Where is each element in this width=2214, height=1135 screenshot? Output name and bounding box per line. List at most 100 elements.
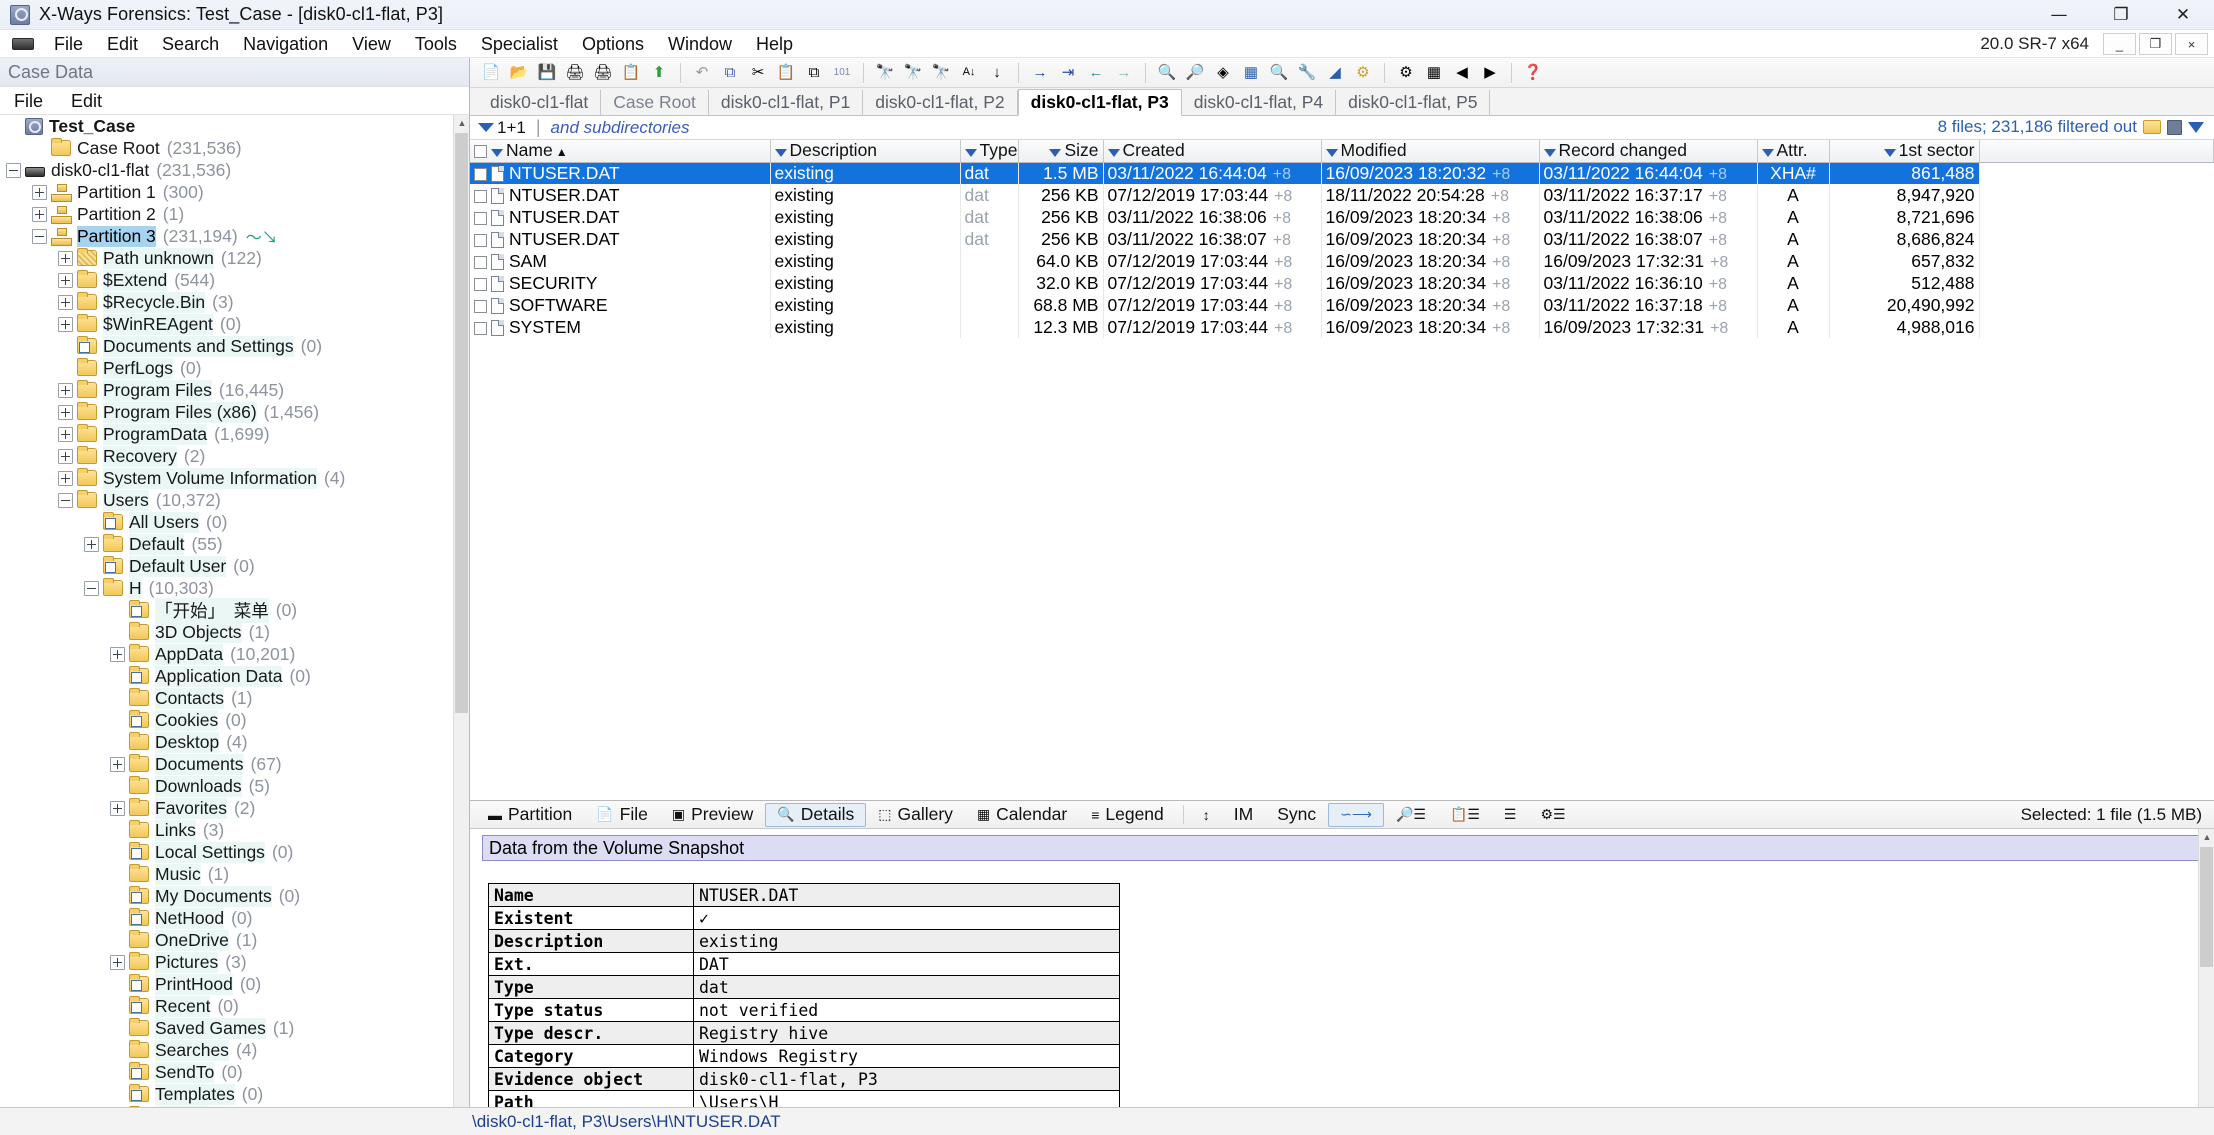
volume-snapshot-icon[interactable]: 🔎 bbox=[1182, 61, 1208, 85]
print-icon[interactable]: 🖨 bbox=[590, 61, 616, 85]
lower-tab-details[interactable]: 🔍 Details bbox=[765, 802, 867, 827]
mdi-restore-button[interactable]: ❐ bbox=[2139, 33, 2172, 55]
tree-collapse-icon[interactable] bbox=[6, 162, 21, 178]
new-file-icon[interactable]: 📄 bbox=[478, 61, 504, 85]
row-checkbox[interactable] bbox=[474, 255, 487, 269]
evidence-tab-disk0-cl1-flat-p2[interactable]: disk0-cl1-flat, P2 bbox=[863, 90, 1018, 115]
tree-node[interactable]: $WinREAgent (0) bbox=[0, 313, 453, 335]
column-filter-icon[interactable] bbox=[1325, 149, 1338, 158]
evidence-tab-disk0-cl1-flat-p1[interactable]: disk0-cl1-flat, P1 bbox=[708, 90, 864, 115]
table-row[interactable]: NTUSER.DAT existing dat 256 KB 03/11/2022 16… bbox=[470, 228, 2214, 250]
window-maximize-button[interactable]: ❐ bbox=[2090, 0, 2152, 30]
system-menu-icon[interactable] bbox=[12, 37, 34, 50]
tree-node[interactable]: Partition 3 (231,194) 〜↘ bbox=[0, 225, 453, 247]
tree-node[interactable]: Default (55) bbox=[0, 533, 453, 555]
tree-node[interactable]: $Recycle.Bin (3) bbox=[0, 291, 453, 313]
tree-node[interactable]: Program Files (x86) (1,456) bbox=[0, 401, 453, 423]
height-adjust-button[interactable]: ↕ bbox=[1191, 803, 1222, 827]
tree-scroll-thumb[interactable] bbox=[455, 133, 468, 713]
details-scroll-thumb[interactable] bbox=[2200, 847, 2213, 967]
chart-icon[interactable]: ◢ bbox=[1322, 61, 1348, 85]
table-icon[interactable]: ▦ bbox=[1421, 61, 1447, 85]
column-header-1st-sector[interactable]: 1st sector bbox=[1829, 140, 1980, 163]
settings-list-icon[interactable]: ⚙☰ bbox=[1528, 803, 1577, 827]
tree-collapse-icon[interactable] bbox=[58, 492, 73, 508]
menu-tools[interactable]: Tools bbox=[403, 31, 469, 57]
lower-tab-partition[interactable]: ▬ Partition bbox=[476, 803, 584, 827]
column-list-icon[interactable]: ☰ bbox=[1492, 803, 1529, 827]
help-icon[interactable]: ❓ bbox=[1520, 61, 1546, 85]
volume-icon[interactable]: 🔍 bbox=[1154, 61, 1180, 85]
tree-expand-icon[interactable] bbox=[32, 206, 47, 222]
tree-node[interactable]: Music (1) bbox=[0, 863, 453, 885]
row-checkbox[interactable] bbox=[474, 321, 487, 335]
tree-expand-icon[interactable] bbox=[84, 536, 99, 552]
case-menu-edit[interactable]: Edit bbox=[57, 88, 116, 114]
filter-settings-icon[interactable] bbox=[2188, 121, 2204, 133]
table-row[interactable]: NTUSER.DAT existing dat 256 KB 07/12/2019 17… bbox=[470, 184, 2214, 206]
evidence-tab-disk0-cl1-flat-p3[interactable]: disk0-cl1-flat, P3 bbox=[1017, 89, 1182, 116]
tree-node[interactable]: Links (3) bbox=[0, 819, 453, 841]
tree-expand-icon[interactable] bbox=[110, 954, 125, 970]
tree-node[interactable]: Desktop (4) bbox=[0, 731, 453, 753]
tree-expand-icon[interactable] bbox=[110, 800, 125, 816]
column-header-type[interactable]: Type bbox=[960, 140, 1019, 163]
goto-offset-icon[interactable]: ⇥ bbox=[1055, 61, 1081, 85]
file-table-body[interactable]: NTUSER.DAT existing dat 1.5 MB 03/11/2022 16… bbox=[470, 162, 2214, 338]
file-table-header-row[interactable]: Name ▲ Description Type Size Created Modified R… bbox=[470, 140, 2214, 163]
case-tools-icon[interactable]: ⚙ bbox=[1393, 61, 1419, 85]
menu-help[interactable]: Help bbox=[744, 31, 805, 57]
column-header-record-changed[interactable]: Record changed bbox=[1539, 140, 1758, 163]
save-filter-icon[interactable] bbox=[2167, 119, 2182, 135]
undo-icon[interactable]: ↶ bbox=[689, 61, 715, 85]
tree-node[interactable]: Templates (0) bbox=[0, 1083, 453, 1105]
mdi-minimize-button[interactable]: _ bbox=[2103, 33, 2136, 55]
tree-collapse-icon[interactable] bbox=[32, 228, 47, 244]
menu-options[interactable]: Options bbox=[570, 31, 656, 57]
table-row[interactable]: SECURITY existing 32.0 KB 07/12/2019 17:03:… bbox=[470, 272, 2214, 294]
file-list[interactable]: Name ▲ Description Type Size Created Modified R… bbox=[470, 140, 2214, 348]
tree-node[interactable]: Program Files (16,445) bbox=[0, 379, 453, 401]
open-folder-icon[interactable]: 📂 bbox=[506, 61, 532, 85]
tree-node[interactable]: Cookies (0) bbox=[0, 709, 453, 731]
sync-button[interactable]: Sync bbox=[1265, 803, 1328, 827]
tree-node[interactable]: Case Root (231,536) bbox=[0, 137, 453, 159]
details-scroll-up-arrow[interactable]: ▲ bbox=[2199, 829, 2214, 845]
cut-icon[interactable]: ✂ bbox=[745, 61, 771, 85]
tree-node[interactable]: NetHood (0) bbox=[0, 907, 453, 929]
tree-node[interactable]: Contacts (1) bbox=[0, 687, 453, 709]
menu-file[interactable]: File bbox=[42, 31, 95, 57]
tree-expand-icon[interactable] bbox=[110, 646, 125, 662]
tree-node[interactable]: Recovery (2) bbox=[0, 445, 453, 467]
tree-node[interactable]: Default User (0) bbox=[0, 555, 453, 577]
calendar-grid-icon[interactable]: ▦ bbox=[1238, 61, 1264, 85]
tree-node[interactable]: $Extend (544) bbox=[0, 269, 453, 291]
open-folder-icon[interactable] bbox=[2143, 120, 2161, 134]
goto-icon[interactable]: → bbox=[1027, 61, 1053, 85]
tree-collapse-icon[interactable] bbox=[84, 580, 99, 596]
tree-expand-icon[interactable] bbox=[58, 448, 73, 464]
filter-funnel-icon[interactable] bbox=[478, 123, 494, 145]
row-checkbox[interactable] bbox=[474, 167, 487, 181]
tree-expand-icon[interactable] bbox=[58, 382, 73, 398]
forward-icon[interactable]: → bbox=[1111, 61, 1137, 85]
gears-icon[interactable]: ⚙ bbox=[1350, 61, 1376, 85]
menu-view[interactable]: View bbox=[340, 31, 403, 57]
column-filter-icon[interactable] bbox=[1049, 149, 1062, 158]
lower-tab-legend[interactable]: ≡ Legend bbox=[1079, 803, 1176, 827]
tree-node[interactable]: Local Settings (0) bbox=[0, 841, 453, 863]
tree-node[interactable]: Documents (67) bbox=[0, 753, 453, 775]
tree-node[interactable]: OneDrive (1) bbox=[0, 929, 453, 951]
tree-expand-icon[interactable] bbox=[58, 272, 73, 288]
column-filter-icon[interactable] bbox=[1543, 149, 1556, 158]
lower-tab-gallery[interactable]: ⬚ Gallery bbox=[866, 803, 965, 827]
tree-node[interactable]: Saved Games (1) bbox=[0, 1017, 453, 1039]
evidence-tab-disk0-cl1-flat-p5[interactable]: disk0-cl1-flat, P5 bbox=[1336, 90, 1491, 115]
copy-icon[interactable]: ⧉ bbox=[717, 61, 743, 85]
column-filter-icon[interactable] bbox=[774, 149, 787, 158]
squiggle-arrow-icon[interactable]: ∽⟶ bbox=[1328, 802, 1384, 827]
tree-expand-icon[interactable] bbox=[32, 184, 47, 200]
lower-tab-file[interactable]: 📄 File bbox=[584, 803, 660, 827]
find-list-icon[interactable]: 🔎☰ bbox=[1384, 803, 1438, 827]
menu-navigation[interactable]: Navigation bbox=[231, 31, 340, 57]
